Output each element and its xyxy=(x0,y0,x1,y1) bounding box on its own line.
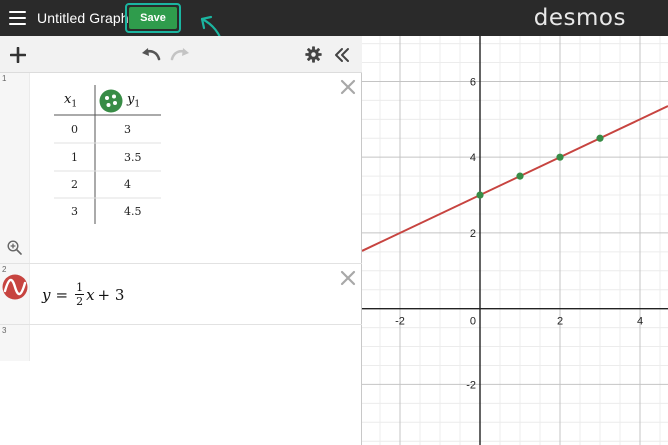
save-button[interactable]: Save xyxy=(129,7,177,29)
graph-line-y-half-x-plus-3 xyxy=(362,105,668,252)
graph-point xyxy=(476,191,484,199)
graph-paper[interactable]: -2 0 2 4 6 4 2 -2 xyxy=(362,36,668,445)
table-cell-y[interactable]: 4 xyxy=(124,178,131,191)
y-tick-label: 4 xyxy=(470,152,476,164)
table-cell-y[interactable]: 3.5 xyxy=(124,151,142,164)
fraction-denominator: 2 xyxy=(76,295,84,308)
graph-point xyxy=(516,172,524,180)
column-header-x[interactable]: x1 xyxy=(64,92,77,110)
expression-panel: 1 x1 y1 0 3 1 3.5 2 4 3 4.5 2 y = 1 2 x … xyxy=(0,36,362,445)
table-cell-x[interactable]: 2 xyxy=(71,178,78,191)
x-tick-label: 4 xyxy=(637,316,643,328)
equation-input[interactable]: y = 1 2 x + 3 xyxy=(42,281,124,308)
equation-fraction: 1 2 xyxy=(75,281,85,308)
table-cell-y[interactable]: 3 xyxy=(124,123,131,136)
y-tick-label: 6 xyxy=(470,76,476,88)
top-bar: Untitled Graph Save desmos xyxy=(0,0,668,52)
equation-constant: + 3 xyxy=(97,285,125,304)
hamburger-menu-icon[interactable] xyxy=(9,11,26,25)
row-index: 1 xyxy=(2,74,7,83)
x-tick-label: -2 xyxy=(395,316,405,328)
column-header-y[interactable]: y1 xyxy=(127,92,140,110)
double-chevron-left-icon[interactable] xyxy=(334,47,350,63)
plus-icon[interactable] xyxy=(10,47,26,63)
graph-point xyxy=(556,153,564,161)
close-icon[interactable] xyxy=(340,79,356,95)
x-tick-label: 2 xyxy=(557,316,563,328)
major-gridlines xyxy=(362,36,668,445)
expression-row-1[interactable]: 1 x1 y1 0 3 1 3.5 2 4 3 4.5 xyxy=(0,73,362,264)
row-index: 3 xyxy=(2,326,7,335)
x-tick-label: 0 xyxy=(470,316,476,328)
row-gutter: 2 xyxy=(0,264,30,324)
equation-variable: x xyxy=(86,285,95,304)
equation-lhs: y xyxy=(42,285,51,304)
redo-icon[interactable] xyxy=(170,47,190,61)
y-tick-label: -2 xyxy=(466,379,476,391)
fraction-numerator: 1 xyxy=(75,281,85,295)
expression-row-2[interactable]: 2 y = 1 2 x + 3 xyxy=(0,264,362,325)
desmos-logo: desmos xyxy=(533,5,626,31)
table-cell-x[interactable]: 1 xyxy=(71,151,78,164)
tick-labels: -2 0 2 4 6 4 2 -2 xyxy=(395,76,643,391)
desmos-app: Untitled Graph Save desmos 1 x1 y1 0 3 1… xyxy=(0,0,668,445)
magnifier-plus-icon[interactable] xyxy=(7,240,22,255)
graph-point xyxy=(596,134,604,142)
row-gutter: 3 xyxy=(0,325,30,361)
close-icon[interactable] xyxy=(340,270,356,286)
table-cell-x[interactable]: 3 xyxy=(71,205,78,218)
graph-canvas[interactable]: -2 0 2 4 6 4 2 -2 xyxy=(362,36,668,445)
line-style-icon[interactable] xyxy=(2,274,28,300)
gear-icon[interactable] xyxy=(305,46,322,63)
row-index: 2 xyxy=(2,265,7,274)
y-tick-label: 2 xyxy=(470,228,476,240)
table-cell-x[interactable]: 0 xyxy=(71,123,78,136)
graph-title[interactable]: Untitled Graph xyxy=(37,10,129,26)
table-cell-y[interactable]: 4.5 xyxy=(124,205,142,218)
row-gutter: 1 xyxy=(0,73,30,263)
equation-equals: = xyxy=(55,285,69,304)
expression-row-3[interactable]: 3 xyxy=(0,325,362,361)
undo-icon[interactable] xyxy=(141,47,161,61)
minor-gridlines xyxy=(362,36,668,445)
axes xyxy=(362,36,668,445)
point-style-icon[interactable] xyxy=(99,89,123,113)
expression-toolbar xyxy=(0,36,362,73)
